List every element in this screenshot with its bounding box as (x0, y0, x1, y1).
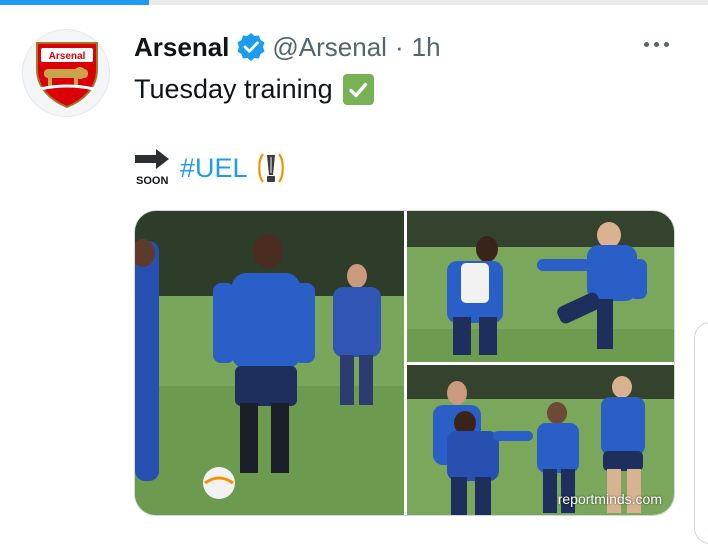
more-dot (644, 42, 649, 47)
soon-label: SOON (136, 175, 169, 187)
training-photo-duo[interactable] (407, 211, 674, 362)
page-load-progress (0, 0, 708, 5)
verified-badge-icon (237, 33, 265, 61)
arsenal-crest-icon: Arsenal (36, 42, 98, 109)
check-mark-button-icon (342, 74, 374, 105)
more-dot (664, 42, 669, 47)
hashtag-link[interactable]: #UEL (180, 153, 248, 184)
author-handle[interactable]: @Arsenal (272, 32, 387, 63)
media-grid: reportminds.com (134, 210, 675, 516)
crest-text: Arsenal (49, 51, 86, 62)
watermark-text: reportminds.com (557, 491, 662, 507)
avatar[interactable]: Arsenal (22, 29, 110, 117)
tweet-header: Arsenal @Arsenal · 1h (134, 28, 441, 66)
progress-fill (0, 0, 149, 5)
timestamp[interactable]: 1h (412, 32, 441, 63)
author-name[interactable]: Arsenal (134, 32, 229, 63)
training-photo-saka[interactable] (135, 211, 404, 515)
tweet-text-line-2: SOON #UEL (134, 148, 286, 188)
soon-arrow-icon: SOON (134, 148, 172, 188)
europa-league-trophy-icon (257, 153, 284, 183)
training-photo-group[interactable]: reportminds.com (407, 365, 674, 515)
more-dot (654, 42, 659, 47)
tweet-text: Tuesday training (134, 74, 374, 105)
separator-dot: · (394, 31, 404, 62)
tweet-text-line: Tuesday training (134, 74, 333, 104)
more-icon[interactable] (644, 42, 669, 47)
next-tweet-card-edge (694, 322, 708, 544)
